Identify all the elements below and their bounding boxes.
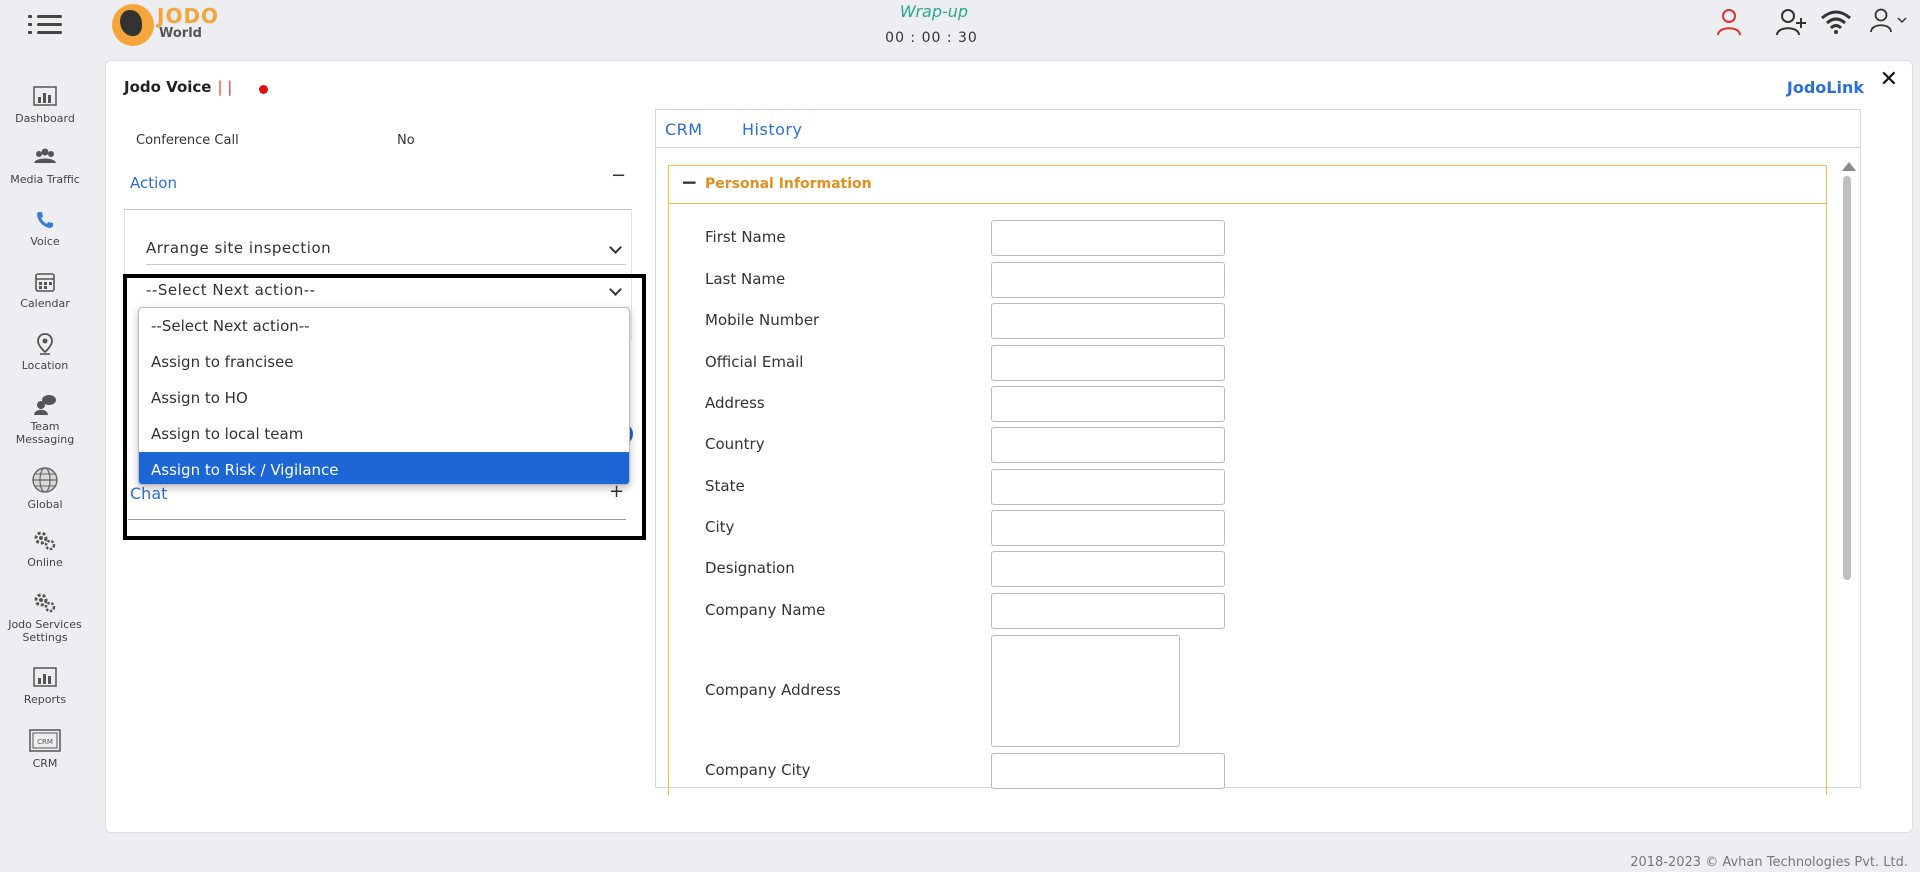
crm-scrollbar[interactable] <box>1840 160 1856 785</box>
city-input[interactable] <box>991 510 1225 546</box>
disposition-select[interactable]: Arrange site inspection <box>146 239 626 265</box>
crm-icon: CRM <box>29 729 61 752</box>
sidebar-item-label: Global <box>27 498 63 511</box>
call-status: Wrap-up <box>899 2 969 21</box>
sidebar-item-dashboard[interactable]: Dashboard <box>0 86 90 125</box>
city-label: City <box>705 518 735 536</box>
country-input[interactable] <box>991 427 1225 463</box>
recording-indicator-icon <box>259 85 268 94</box>
sidebar-item-label: Reports <box>23 693 67 706</box>
top-bar: JODO World Wrap-up 00 : 00 : 30 <box>0 0 1920 58</box>
scroll-thumb[interactable] <box>1843 176 1851 580</box>
dropdown-option[interactable]: Assign to local team <box>139 416 629 452</box>
first-name-input[interactable] <box>991 220 1225 256</box>
sidebar-item-global[interactable]: Global <box>0 466 90 511</box>
divider <box>656 147 1860 148</box>
gears-icon <box>34 531 56 551</box>
designation-label: Designation <box>705 559 795 577</box>
dropdown-option[interactable]: Assign to HO <box>139 380 629 416</box>
sidebar-item-jodo-services-settings[interactable]: Jodo Services Settings <box>0 592 90 644</box>
state-label: State <box>705 477 745 495</box>
personal-information-section: − Personal Information First Name Last N… <box>668 165 1827 795</box>
sidebar-item-team-messaging[interactable]: Team Messaging <box>0 394 90 446</box>
sidebar-item-label: Jodo Services Settings <box>8 618 82 644</box>
location-pin-icon <box>37 333 53 355</box>
disposition-select-value: Arrange site inspection <box>146 239 332 257</box>
action-collapse-toggle[interactable]: − <box>611 165 626 186</box>
sidebar-item-voice[interactable]: Voice <box>0 209 90 248</box>
tab-crm[interactable]: CRM <box>665 120 703 139</box>
panel-title-bars: | | <box>217 78 233 96</box>
call-timer: 00 : 00 : 30 <box>885 30 978 46</box>
panel-title-text: Jodo Voice <box>124 78 212 96</box>
wifi-icon <box>1821 10 1851 34</box>
sidebar-item-label: Online <box>27 556 63 569</box>
official-email-label: Official Email <box>705 353 804 371</box>
svg-text:CRM: CRM <box>37 738 53 746</box>
sidebar-item-label: Location <box>21 359 69 372</box>
company-name-label: Company Name <box>705 601 826 619</box>
section-title: Personal Information <box>705 176 872 192</box>
sidebar-item-label: Dashboard <box>15 112 75 125</box>
sidebar-item-label: Calendar <box>20 297 70 310</box>
state-input[interactable] <box>991 469 1225 505</box>
conference-call-label: Conference Call <box>136 133 239 148</box>
sidebar-item-label: Voice <box>30 235 60 248</box>
sidebar-item-reports[interactable]: Reports <box>0 667 90 706</box>
company-name-input[interactable] <box>991 593 1225 629</box>
calendar-icon <box>35 273 55 292</box>
user-red-icon[interactable] <box>1716 8 1742 36</box>
sidebar-item-location[interactable]: Location <box>0 333 90 372</box>
personal-information-header[interactable]: − Personal Information <box>669 166 1826 204</box>
sidebar-item-media-traffic[interactable]: Media Traffic <box>0 147 90 186</box>
gears-icon <box>34 593 56 613</box>
action-section-title[interactable]: Action <box>130 174 177 192</box>
mobile-number-label: Mobile Number <box>705 311 820 329</box>
phone-icon <box>37 212 53 228</box>
sidebar-item-calendar[interactable]: Calendar <box>0 271 90 310</box>
user-menu-icon[interactable] <box>1870 8 1910 34</box>
next-action-dropdown: --Select Next action-- Assign to francis… <box>138 307 630 485</box>
last-name-label: Last Name <box>705 270 786 288</box>
add-user-icon[interactable] <box>1776 8 1808 36</box>
panel-title: Jodo Voice | | <box>124 78 232 96</box>
conference-call-value: No <box>397 133 415 148</box>
dashboard-icon <box>33 86 57 106</box>
mobile-number-input[interactable] <box>991 303 1225 339</box>
dropdown-option[interactable]: --Select Next action-- <box>139 308 629 344</box>
company-city-input[interactable] <box>991 753 1225 789</box>
country-label: Country <box>705 435 765 453</box>
sidebar-item-crm[interactable]: CRM CRM <box>0 729 90 770</box>
sidebar-item-online[interactable]: Online <box>0 530 90 569</box>
tab-history[interactable]: History <box>742 120 802 139</box>
last-name-input[interactable] <box>991 262 1225 298</box>
reports-icon <box>33 667 57 687</box>
designation-input[interactable] <box>991 551 1225 587</box>
dropdown-option-selected[interactable]: Assign to Risk / Vigilance <box>139 452 629 484</box>
jodo-voice-panel: Jodo Voice | | JodoLink ✕ Conference Call… <box>105 60 1913 833</box>
close-icon[interactable]: ✕ <box>1880 67 1898 92</box>
sidebar-item-label: CRM <box>32 757 58 770</box>
first-name-label: First Name <box>705 228 786 246</box>
chevron-down-icon <box>609 241 622 254</box>
footer-copyright: 2018-2023 © Avhan Technologies Pvt. Ltd. <box>1630 855 1908 870</box>
official-email-input[interactable] <box>991 345 1225 381</box>
address-input[interactable] <box>991 386 1225 422</box>
globe-icon <box>32 467 58 493</box>
users-icon <box>34 148 56 163</box>
company-city-label: Company City <box>705 761 811 779</box>
sidebar-item-label: Media Traffic <box>10 173 80 186</box>
company-address-textarea[interactable] <box>991 635 1180 747</box>
dropdown-option[interactable]: Assign to francisee <box>139 344 629 380</box>
crm-pane: CRM History − Personal Information First… <box>655 109 1861 795</box>
chat-users-icon <box>34 395 56 415</box>
scroll-up-arrow-icon[interactable] <box>1842 162 1856 171</box>
address-label: Address <box>705 394 765 412</box>
sidebar-item-label: Team Messaging <box>15 420 75 446</box>
company-address-label: Company Address <box>705 681 841 699</box>
jodolink-link[interactable]: JodoLink <box>1787 78 1864 97</box>
section-collapse-toggle[interactable]: − <box>681 170 698 194</box>
